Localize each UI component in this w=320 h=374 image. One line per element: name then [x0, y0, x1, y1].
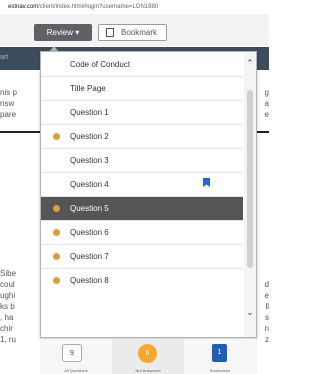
bookmark-icon — [106, 28, 114, 37]
review-item-label: Code of Conduct — [70, 60, 131, 69]
review-item-label: Question 8 — [70, 276, 109, 285]
review-item-label: Question 1 — [70, 108, 109, 117]
bookmark-flag-icon — [203, 178, 210, 187]
bookmark-label: Bookmark — [121, 28, 158, 37]
passage-line-end: ll — [265, 302, 269, 311]
review-item-label: Question 7 — [70, 252, 109, 261]
review-item-label: Question 4 — [70, 180, 109, 189]
scroll-up-icon[interactable]: ⌃ — [245, 58, 255, 68]
passage-line-end: s — [265, 313, 269, 322]
answered-dot-icon — [53, 253, 60, 260]
answered-dot-icon — [53, 205, 60, 212]
all-questions-count: 9 — [62, 344, 82, 362]
passage-line-end: g — [264, 88, 269, 97]
scrollbar-thumb[interactable] — [247, 90, 253, 268]
passage-line: , ha — [0, 313, 14, 322]
review-item[interactable]: Title Page — [41, 77, 243, 100]
url-path: /client/index.html#login?username=LON188… — [38, 4, 159, 10]
passage-line-end: z — [265, 335, 269, 344]
passage-line: nis p — [0, 88, 17, 97]
passage-line: chir — [0, 324, 13, 333]
all-questions-filter[interactable]: 9 All Questions — [40, 339, 112, 374]
passage-line-end: e — [264, 291, 269, 300]
review-item[interactable]: Question 1 — [41, 101, 243, 124]
review-item[interactable]: Question 3 — [41, 149, 243, 172]
review-button[interactable]: Review ▾ — [34, 24, 92, 41]
review-item[interactable]: Question 7 — [41, 245, 243, 268]
bookmarks-filter[interactable]: 1 Bookmarks — [184, 339, 256, 374]
review-item[interactable]: Question 5 — [41, 197, 243, 220]
review-item[interactable]: Question 8 — [41, 269, 243, 292]
all-questions-label: All Questions — [64, 368, 88, 373]
passage-line: nsw — [0, 99, 15, 108]
answered-dot-icon — [53, 133, 60, 140]
review-item[interactable]: Code of Conduct — [41, 53, 243, 76]
passage-line-end: e — [264, 110, 269, 119]
review-item-label: Question 5 — [70, 204, 109, 213]
bookmarks-count: 1 — [212, 344, 227, 362]
review-item[interactable]: Question 2 — [41, 125, 243, 148]
review-item-label: Question 2 — [70, 132, 109, 141]
passage-line-end: n — [264, 324, 269, 333]
not-answered-filter[interactable]: 6 Not Answered — [112, 339, 184, 374]
scroll-down-icon[interactable]: ⌄ — [245, 307, 255, 317]
review-item[interactable]: Question 4 — [41, 173, 243, 196]
review-item-label: Question 3 — [70, 156, 109, 165]
bookmarks-label: Bookmarks — [209, 368, 230, 373]
address-bar[interactable]: estnav.com/client/index.html#login?usern… — [0, 0, 269, 14]
review-item-label: Title Page — [70, 84, 106, 93]
passage-line: ughi — [0, 291, 16, 300]
passage-line: ks b — [0, 302, 15, 311]
passage-line: 1, ru — [0, 335, 17, 344]
review-dropdown: Code of Conduct Title Page Question 1 Quest… — [40, 51, 257, 338]
review-item[interactable]: Question 6 — [41, 221, 243, 244]
review-summary-bar: 9 All Questions 6 Not Answered 1 Bookmar… — [40, 338, 257, 374]
passage-line-end: a — [264, 99, 269, 108]
not-answered-label: Not Answered — [135, 368, 161, 373]
nav-strip-text: art — [0, 54, 9, 61]
passage-line: pare — [0, 110, 17, 119]
passage-line-end: d — [264, 280, 269, 289]
bookmark-button[interactable]: Bookmark — [98, 24, 167, 41]
answered-dot-icon — [53, 229, 60, 236]
not-answered-count: 6 — [138, 344, 157, 363]
answered-dot-icon — [53, 277, 60, 284]
passage-line: coul — [0, 280, 15, 289]
passage-line: Sibe — [0, 269, 17, 278]
review-item-label: Question 6 — [70, 228, 109, 237]
url-domain: estnav.com — [8, 4, 39, 10]
